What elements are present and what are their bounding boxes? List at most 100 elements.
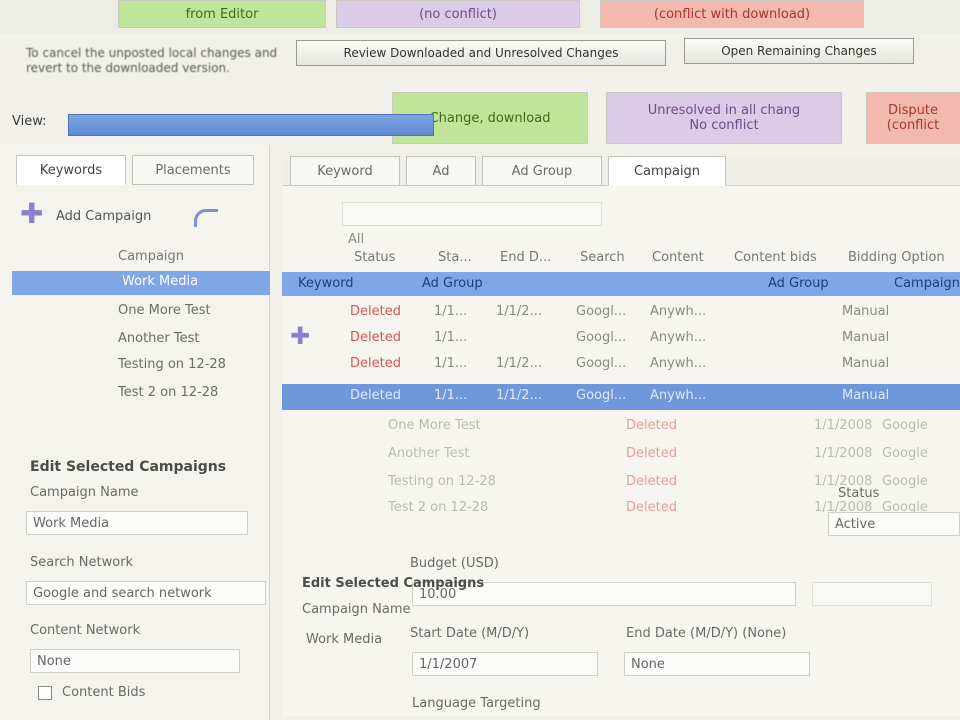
content-network-select[interactable]: None — [30, 649, 240, 673]
tab-keywords[interactable]: Keywords — [16, 155, 126, 185]
col-status[interactable]: Status — [354, 250, 395, 265]
col-start[interactable]: Sta... — [438, 250, 472, 265]
col-end-date[interactable]: End D... — [500, 250, 551, 265]
campaign-name-label: Campaign Name — [30, 485, 139, 500]
table-row[interactable]: ✚ Deleted 1/1... Googl... Anywh... Manua… — [282, 322, 960, 352]
grid-search-input[interactable] — [342, 202, 602, 226]
end-date-input[interactable]: None — [624, 652, 810, 676]
list-item[interactable]: Test 2 on 12-28 — [118, 385, 218, 400]
review-changes-label: Review Downloaded and Unresolved Changes — [343, 46, 619, 60]
start-date-input[interactable]: 1/1/2007 — [412, 652, 598, 676]
list-item-selected[interactable]: Work Media — [12, 271, 270, 295]
start-date-value: 1/1/2007 — [419, 656, 478, 672]
col-search[interactable]: Search — [580, 250, 625, 265]
list-item[interactable]: One More Test — [118, 303, 211, 318]
view-label: View: — [12, 114, 47, 129]
cell: Ad Group — [768, 276, 829, 291]
tab-label: Ad Group — [511, 163, 573, 179]
cell: Googl... — [576, 330, 627, 345]
col-content-bids[interactable]: Content bids — [734, 250, 817, 265]
open-remaining-label: Open Remaining Changes — [721, 44, 877, 58]
tab-placements[interactable]: Placements — [132, 155, 254, 185]
open-remaining-changes-button[interactable]: Open Remaining Changes — [684, 38, 914, 64]
legend-chip-conflict: (conflict with download) — [600, 0, 864, 28]
campaign-name-value: Work Media — [33, 515, 110, 531]
legend-chip-dispute: Dispute (conflict — [866, 92, 960, 144]
cell: Googl... — [576, 304, 627, 319]
overlay-campaign-name-label: Campaign Name — [302, 602, 411, 617]
budget-label: Budget (USD) — [410, 556, 499, 571]
tab-ad-group[interactable]: Ad Group — [482, 156, 602, 186]
overlay-row-search: Google — [882, 446, 928, 461]
campaign-grid: All Status Sta... End D... Search Conten… — [282, 186, 960, 716]
tab-label: Placements — [155, 162, 231, 178]
cell: Deleted — [350, 304, 401, 319]
add-campaign-button[interactable]: Add Campaign — [56, 209, 151, 224]
search-network-label: Search Network — [30, 555, 134, 570]
add-campaign-icon[interactable]: ✚ — [20, 197, 43, 230]
legend-label: Change, download — [429, 110, 551, 126]
cell: Manual — [842, 356, 890, 371]
undo-icon[interactable] — [194, 209, 218, 227]
cell: Manual — [842, 330, 890, 345]
info-line-2: revert to the downloaded version. — [26, 61, 230, 75]
grid-tab-bar: Keyword Ad Ad Group Campaign — [282, 156, 960, 186]
overlay-row-date: 1/1/2008 — [814, 418, 873, 433]
add-icon[interactable]: ✚ — [290, 322, 310, 350]
content-network-label: Content Network — [30, 623, 141, 638]
view-select[interactable] — [68, 114, 434, 136]
cell: Deleted — [350, 356, 401, 371]
campaign-column-header[interactable]: Campaign — [118, 249, 184, 264]
overlay-campaign-name-value: Work Media — [306, 632, 383, 647]
overlay-row-status: Deleted — [626, 418, 677, 433]
review-changes-button[interactable]: Review Downloaded and Unresolved Changes — [296, 40, 666, 66]
tab-ad[interactable]: Ad — [406, 156, 476, 186]
cell: 1/1/2... — [496, 304, 542, 319]
cell: Deleted — [350, 330, 401, 345]
tab-keyword[interactable]: Keyword — [290, 156, 400, 186]
table-row-selected-2[interactable]: Deleted 1/1... 1/1/2... Googl... Anywh..… — [282, 384, 960, 410]
tab-label: Ad — [432, 163, 450, 179]
end-date-value: None — [631, 656, 665, 672]
search-network-select[interactable]: Google and search network — [26, 581, 266, 605]
info-line-1: To cancel the unposted local changes and — [26, 46, 278, 60]
campaign-name-input[interactable]: Work Media — [26, 511, 248, 535]
col-bidding-option[interactable]: Bidding Option — [848, 250, 945, 265]
status-value: Active — [835, 516, 876, 532]
table-row[interactable]: Deleted 1/1... 1/1/2... Googl... Anywh..… — [282, 302, 960, 326]
legend-chip-editor: from Editor — [118, 0, 326, 28]
cell: Manual — [842, 304, 890, 319]
content-bids-checkbox[interactable] — [38, 686, 52, 700]
overlay-row-name: Testing on 12-28 — [388, 474, 496, 489]
status-label: Status — [838, 486, 880, 501]
legend-label: from Editor — [185, 6, 259, 22]
cell: Anywh... — [650, 304, 707, 319]
content-bids-label: Content Bids — [62, 685, 146, 700]
overlay-row-status: Deleted — [626, 500, 677, 515]
legend-sublabel: No conflict — [689, 118, 759, 133]
tab-campaign[interactable]: Campaign — [608, 156, 726, 186]
overlay-row-status: Deleted — [626, 474, 677, 489]
cell: 1/1... — [434, 304, 468, 319]
cell: 1/1... — [434, 330, 468, 345]
grid-filter-label: All — [348, 232, 365, 247]
edit-campaigns-title: Edit Selected Campaigns — [30, 459, 227, 475]
cell: Manual — [842, 388, 890, 403]
status-select[interactable]: Active — [828, 512, 960, 536]
budget-period-select[interactable] — [812, 582, 932, 606]
table-row-selected[interactable]: Keyword Ad Group Ad Group Campaign — [282, 272, 960, 296]
cell: Anywh... — [650, 356, 707, 371]
cell: 1/1/2... — [496, 356, 542, 371]
col-content[interactable]: Content — [652, 250, 704, 265]
tab-label: Campaign — [633, 163, 701, 179]
cell: Ad Group — [422, 276, 483, 291]
list-item[interactable]: Testing on 12-28 — [118, 357, 226, 372]
content-network-value: None — [37, 653, 71, 669]
list-item[interactable]: Another Test — [118, 331, 200, 346]
legend-sublabel: (conflict — [886, 118, 940, 133]
legend-chip-unresolved: Unresolved in all chang No conflict — [606, 92, 842, 144]
overlay-row-search: Google — [882, 474, 928, 489]
legend-bar: from Editor (no conflict) (conflict with… — [0, 0, 960, 34]
table-row[interactable]: Deleted 1/1... 1/1/2... Googl... Anywh..… — [282, 354, 960, 378]
language-targeting-label: Language Targeting — [412, 696, 541, 711]
